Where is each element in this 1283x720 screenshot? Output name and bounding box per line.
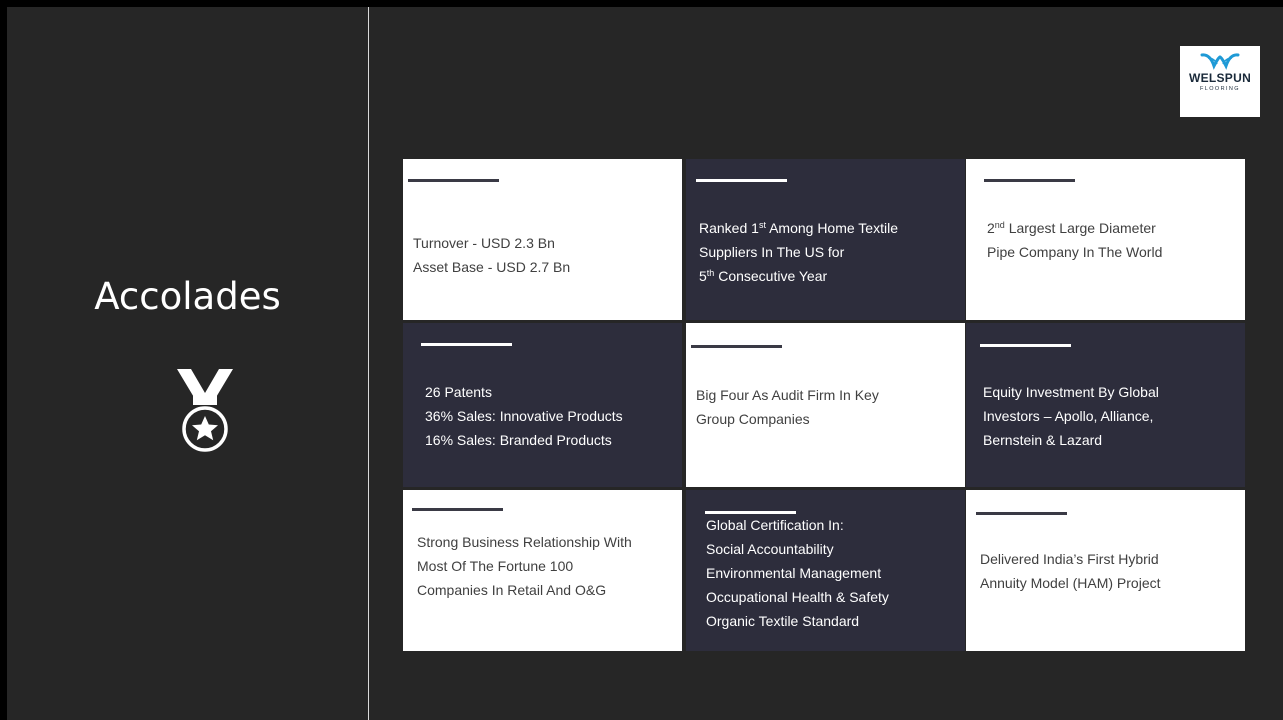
card-line: Equity Investment By Global: [983, 384, 1159, 400]
card-line: Group Companies: [696, 411, 810, 427]
card-accent-bar: [976, 512, 1067, 515]
card-ham-project: Delivered India’s First Hybrid Annuity M…: [966, 490, 1245, 651]
card-line: 2nd Largest Large Diameter: [987, 220, 1156, 236]
card-line: Asset Base - USD 2.7 Bn: [413, 259, 571, 275]
card-line: Global Certification In:: [706, 517, 844, 533]
card-patents: 26 Patents 36% Sales: Innovative Product…: [403, 323, 682, 487]
card-line: 36% Sales: Innovative Products: [425, 408, 623, 424]
medal-star-icon: [177, 369, 233, 452]
card-accent-bar: [408, 179, 499, 182]
slide: Accolades WELSPUN FLOORING Turnover - US…: [7, 7, 1283, 720]
card-accent-bar: [984, 179, 1075, 182]
card-accent-bar: [980, 344, 1071, 347]
card-line: Bernstein & Lazard: [983, 432, 1103, 448]
card-accent-bar: [412, 508, 503, 511]
card-line: Most Of The Fortune 100: [417, 558, 574, 574]
card-line: Environmental Management: [706, 565, 882, 581]
card-line: 5th Consecutive Year: [699, 268, 828, 284]
welspun-flooring-logo: WELSPUN FLOORING: [1180, 46, 1260, 117]
card-audit-firm: Big Four As Audit Firm In Key Group Comp…: [686, 323, 965, 487]
card-line: Big Four As Audit Firm In Key: [696, 387, 879, 403]
card-line: Occupational Health & Safety: [706, 589, 889, 605]
card-equity-investment: Equity Investment By Global Investors – …: [966, 323, 1245, 487]
card-fortune-relationships: Strong Business Relationship With Most O…: [403, 490, 682, 651]
card-line: Organic Textile Standard: [706, 613, 860, 629]
card-line: Suppliers In The US for: [699, 244, 845, 260]
slide-title: Accolades: [94, 275, 281, 318]
logo-brand-text: WELSPUN: [1188, 71, 1252, 85]
card-line: Ranked 1st Among Home Textile: [699, 220, 898, 236]
card-global-certification: Global Certification In: Social Accounta…: [686, 490, 965, 651]
card-accent-bar: [691, 345, 782, 348]
logo-subtitle-text: FLOORING: [1200, 86, 1240, 92]
card-line: Turnover - USD 2.3 Bn: [413, 235, 555, 251]
welspun-wave-icon: [1200, 53, 1240, 70]
card-line: Investors – Apollo, Alliance,: [983, 408, 1154, 424]
card-accent-bar: [696, 179, 787, 182]
card-line: 26 Patents: [425, 384, 492, 400]
card-line: Delivered India’s First Hybrid: [980, 551, 1159, 567]
card-turnover: Turnover - USD 2.3 Bn Asset Base - USD 2…: [403, 159, 682, 320]
card-line: Pipe Company In The World: [987, 244, 1163, 260]
card-line: 16% Sales: Branded Products: [425, 432, 612, 448]
vertical-divider: [368, 7, 369, 720]
card-line: Social Accountability: [706, 541, 834, 557]
card-accent-bar: [421, 343, 512, 346]
card-home-textile-rank: Ranked 1st Among Home Textile Suppliers …: [686, 159, 965, 320]
card-line: Strong Business Relationship With: [417, 534, 632, 550]
card-pipe-company: 2nd Largest Large Diameter Pipe Company …: [966, 159, 1245, 320]
card-line: Annuity Model (HAM) Project: [980, 575, 1161, 591]
card-line: Companies In Retail And O&G: [417, 582, 607, 598]
